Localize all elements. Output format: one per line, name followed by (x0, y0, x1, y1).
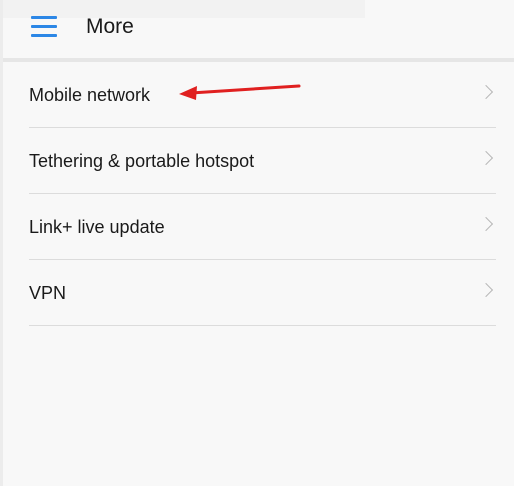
list-item-mobile-network[interactable]: Mobile network (3, 62, 514, 128)
list-item-label: Link+ live update (29, 217, 165, 237)
list-item-label: VPN (29, 283, 67, 303)
menu-line (31, 25, 57, 28)
chevron-right-icon (478, 84, 494, 100)
list-item-tethering-hotspot[interactable]: Tethering & portable hotspot (3, 128, 514, 194)
menu-line (31, 34, 57, 37)
menu-line (31, 16, 57, 19)
settings-list: Mobile network Tethering & portable hots… (3, 62, 514, 326)
list-item-link-live-update[interactable]: Link+ live update (3, 194, 514, 260)
app-header: More (3, 0, 514, 58)
chevron-right-icon (478, 150, 494, 166)
page-title: More (86, 15, 134, 38)
list-item-label: Tethering & portable hotspot (29, 151, 255, 171)
list-item-vpn[interactable]: VPN (3, 260, 514, 326)
chevron-right-icon (478, 216, 494, 232)
divider (29, 325, 496, 326)
hamburger-menu-icon[interactable] (31, 14, 61, 40)
list-item-label: Mobile network (29, 85, 151, 105)
chevron-right-icon (478, 282, 494, 298)
settings-screen: More Mobile network Tethering & portable… (0, 0, 514, 486)
